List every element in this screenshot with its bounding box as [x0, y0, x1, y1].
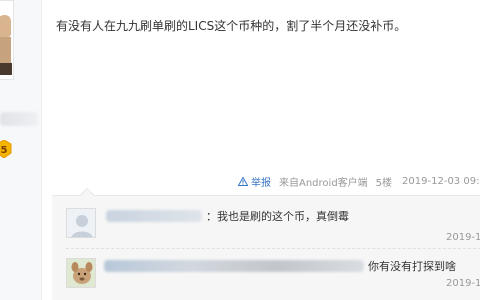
reply-avatar[interactable] [66, 258, 96, 288]
author-column: 5 [0, 0, 42, 300]
reply-text: 你有没有打探到啥 [368, 260, 456, 273]
level-badge-icon[interactable]: 5 [0, 140, 12, 158]
level-number: 5 [1, 145, 8, 156]
author-name-redacted[interactable] [0, 112, 38, 126]
warning-icon [238, 176, 248, 186]
default-avatar-icon [67, 209, 95, 237]
reply-username-redacted[interactable] [106, 210, 202, 222]
reply-time: 2019-12 [446, 278, 480, 289]
post-meta: 举报 来自Android客户端 5楼 2019-12-03 09:38 [238, 174, 480, 189]
reply-username-redacted[interactable] [104, 260, 364, 272]
post-content: 有没有人在九九刷单刷的LICS这个币种的，割了半个月还没补币。 [56, 19, 407, 33]
client-source: 来自Android客户端 [279, 177, 368, 189]
reply-time: 2019-12 [446, 232, 480, 243]
reply-divider [66, 248, 480, 249]
author-avatar[interactable] [0, 0, 14, 80]
animal-avatar-icon [67, 259, 95, 287]
reply-text: ：我也是刷的这个币，真倒霉 [206, 210, 349, 223]
reply-avatar[interactable] [66, 208, 96, 238]
report-link[interactable]: 举报 [238, 174, 271, 189]
reply-box: ：我也是刷的这个币，真倒霉 2019-12 你有没有打探到啥 2019-12 [52, 187, 480, 300]
post-time: 2019-12-03 09:38 [402, 175, 480, 187]
report-label: 举报 [251, 177, 271, 189]
floor-number: 5楼 [375, 177, 393, 189]
